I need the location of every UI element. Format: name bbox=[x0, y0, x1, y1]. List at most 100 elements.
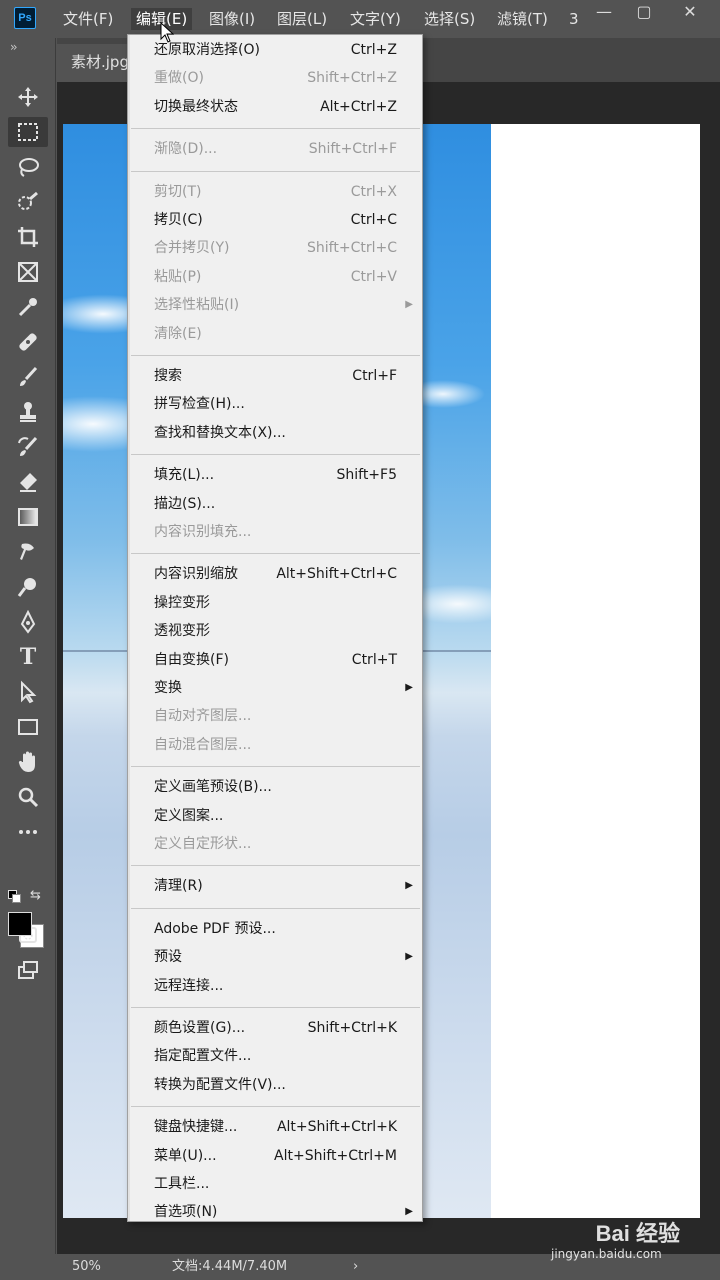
move-tool-icon[interactable] bbox=[8, 82, 48, 112]
brush-tool-icon[interactable] bbox=[8, 362, 48, 392]
type-tool-icon[interactable]: T bbox=[8, 642, 48, 672]
edit-menu-item[interactable]: 定义画笔预设(B)... bbox=[130, 774, 422, 800]
edit-menu-item[interactable]: 操控变形 bbox=[130, 590, 422, 616]
menu-item-shortcut: Alt+Shift+Ctrl+M bbox=[274, 1147, 397, 1164]
menu-item-label: 拼写检查(H)... bbox=[154, 396, 245, 413]
maximize-button[interactable]: ▢ bbox=[624, 0, 664, 26]
edit-menu-item[interactable]: 拼写检查(H)... bbox=[130, 391, 422, 417]
white-layer bbox=[491, 124, 700, 1218]
edit-menu-item[interactable]: 清理(R) ▶ bbox=[130, 873, 422, 899]
edit-menu-item[interactable]: 变换 ▶ bbox=[130, 675, 422, 701]
path-selection-tool-icon[interactable] bbox=[8, 677, 48, 707]
edit-menu-item[interactable]: 清除(E) bbox=[130, 321, 422, 347]
edit-menu-item[interactable]: 定义图案... bbox=[130, 803, 422, 829]
menu-item-shortcut: Shift+Ctrl+K bbox=[307, 1020, 397, 1036]
edit-menu-item[interactable]: 内容识别缩放 Alt+Shift+Ctrl+C bbox=[130, 561, 422, 587]
edit-menu-item[interactable]: 指定配置文件... bbox=[130, 1043, 422, 1069]
menu-3d[interactable]: 3 bbox=[564, 8, 584, 30]
edit-menu-item[interactable]: 自由变换(F) Ctrl+T bbox=[130, 647, 422, 673]
default-colors-icon[interactable] bbox=[8, 890, 21, 903]
mouse-cursor-icon bbox=[160, 22, 174, 43]
menu-item-label: 搜索 bbox=[154, 368, 182, 384]
menu-item-label: Adobe PDF 预设... bbox=[154, 920, 276, 937]
menu-item-label: 内容识别缩放 bbox=[154, 566, 238, 583]
edit-menu-item[interactable]: 描边(S)... bbox=[130, 491, 422, 517]
crop-tool-icon[interactable] bbox=[8, 222, 48, 252]
swap-colors-icon[interactable]: ⇆ bbox=[30, 888, 41, 903]
rectangle-tool-icon[interactable] bbox=[8, 712, 48, 742]
quick-select-tool-icon[interactable] bbox=[8, 187, 48, 217]
edit-menu-item[interactable]: 透视变形 bbox=[130, 618, 422, 644]
edit-menu-item[interactable]: 剪切(T) Ctrl+X bbox=[130, 179, 422, 205]
edit-menu-item[interactable]: 搜索 Ctrl+F bbox=[130, 363, 422, 389]
gradient-tool-icon[interactable] bbox=[8, 502, 48, 532]
menu-item-shortcut: Alt+Shift+Ctrl+K bbox=[276, 1119, 397, 1136]
edit-menu-item[interactable]: 重做(O) Shift+Ctrl+Z bbox=[130, 65, 422, 91]
status-menu-arrow[interactable]: › bbox=[353, 1254, 358, 1280]
menu-item-label: 工具栏... bbox=[154, 1176, 210, 1192]
menu-item-label: 首选项(N) bbox=[154, 1204, 218, 1221]
menu-item-shortcut: Ctrl+V bbox=[350, 268, 397, 285]
zoom-level[interactable]: 50% bbox=[72, 1254, 101, 1280]
edit-menu-item[interactable]: 定义自定形状... bbox=[130, 831, 422, 857]
smudge-tool-icon[interactable] bbox=[8, 537, 48, 567]
menu-item-shortcut: Ctrl+C bbox=[350, 212, 397, 228]
marquee-tool-icon[interactable] bbox=[8, 117, 48, 147]
eraser-tool-icon[interactable] bbox=[8, 467, 48, 497]
edit-menu-item[interactable]: 粘贴(P) Ctrl+V bbox=[130, 264, 422, 290]
edit-menu-item[interactable]: 合并拷贝(Y) Shift+Ctrl+C bbox=[130, 235, 422, 261]
submenu-arrow-icon: ▶ bbox=[405, 951, 413, 963]
hand-tool-icon[interactable] bbox=[8, 747, 48, 777]
close-button[interactable]: ✕ bbox=[670, 0, 710, 26]
edit-menu-item[interactable]: 菜单(U)... Alt+Shift+Ctrl+M bbox=[130, 1143, 422, 1169]
more-tools-icon[interactable] bbox=[8, 817, 48, 847]
edit-menu-item[interactable]: 颜色设置(G)... Shift+Ctrl+K bbox=[130, 1015, 422, 1041]
edit-menu-item[interactable]: 填充(L)... Shift+F5 bbox=[130, 462, 422, 488]
edit-menu-item[interactable]: 自动对齐图层... bbox=[130, 703, 422, 729]
edit-menu-item[interactable]: 内容识别填充... bbox=[130, 519, 422, 545]
menu-item-shortcut: Ctrl+X bbox=[350, 183, 397, 200]
foreground-color-swatch[interactable] bbox=[8, 912, 32, 936]
edit-menu-item[interactable]: 键盘快捷键... Alt+Shift+Ctrl+K bbox=[130, 1114, 422, 1140]
healing-brush-tool-icon[interactable] bbox=[8, 327, 48, 357]
edit-menu-item[interactable]: 首选项(N) ▶ bbox=[130, 1199, 422, 1225]
edit-menu-item[interactable]: 工具栏... bbox=[130, 1171, 422, 1197]
edit-menu-item[interactable]: 拷贝(C) Ctrl+C bbox=[130, 207, 422, 233]
collapse-panel-icon[interactable]: ›› bbox=[10, 40, 17, 54]
edit-menu-item[interactable]: 自动混合图层... bbox=[130, 732, 422, 758]
menu-separator bbox=[131, 907, 420, 909]
menu-item-label: 切换最终状态 bbox=[154, 98, 238, 115]
frame-tool-icon[interactable] bbox=[8, 257, 48, 287]
menu-filter[interactable]: 滤镜(T) bbox=[492, 8, 553, 30]
menu-file[interactable]: 文件(F) bbox=[58, 8, 118, 30]
edit-menu-item[interactable]: 选择性粘贴(I) ▶ bbox=[130, 292, 422, 318]
edit-menu-item[interactable]: 预设 ▶ bbox=[130, 944, 422, 970]
zoom-tool-icon[interactable] bbox=[8, 782, 48, 812]
pen-tool-icon[interactable] bbox=[8, 607, 48, 637]
menu-layer[interactable]: 图层(L) bbox=[272, 8, 332, 30]
edit-menu-item[interactable]: 渐隐(D)... Shift+Ctrl+F bbox=[130, 136, 422, 162]
clone-stamp-tool-icon[interactable] bbox=[8, 397, 48, 427]
eyedropper-tool-icon[interactable] bbox=[8, 292, 48, 322]
edit-menu-item[interactable]: 切换最终状态 Alt+Ctrl+Z bbox=[130, 94, 422, 120]
edit-menu-item[interactable]: Adobe PDF 预设... bbox=[130, 916, 422, 942]
menu-select[interactable]: 选择(S) bbox=[419, 8, 480, 30]
menu-item-label: 指定配置文件... bbox=[154, 1048, 252, 1065]
dodge-tool-icon[interactable] bbox=[8, 572, 48, 602]
menu-item-label: 颜色设置(G)... bbox=[154, 1020, 246, 1036]
menu-bar: Ps 文件(F) 编辑(E) 图像(I) 图层(L) 文字(Y) 选择(S) 滤… bbox=[0, 0, 720, 38]
menu-item-label: 转换为配置文件(V)... bbox=[154, 1076, 286, 1093]
menu-item-shortcut: Alt+Shift+Ctrl+C bbox=[276, 566, 397, 583]
history-brush-tool-icon[interactable] bbox=[8, 432, 48, 462]
screen-mode-icon[interactable] bbox=[8, 955, 48, 985]
menu-item-label: 重做(O) bbox=[154, 70, 204, 87]
edit-menu-item[interactable]: 转换为配置文件(V)... bbox=[130, 1072, 422, 1098]
menu-type[interactable]: 文字(Y) bbox=[345, 8, 406, 30]
edit-menu-item[interactable]: 查找和替换文本(X)... bbox=[130, 420, 422, 446]
menu-item-label: 变换 bbox=[154, 680, 182, 696]
menu-item-label: 内容识别填充... bbox=[154, 524, 252, 540]
edit-menu-item[interactable]: 远程连接... bbox=[130, 973, 422, 999]
lasso-tool-icon[interactable] bbox=[8, 152, 48, 182]
menu-image[interactable]: 图像(I) bbox=[204, 8, 260, 30]
minimize-button[interactable]: — bbox=[584, 0, 624, 26]
